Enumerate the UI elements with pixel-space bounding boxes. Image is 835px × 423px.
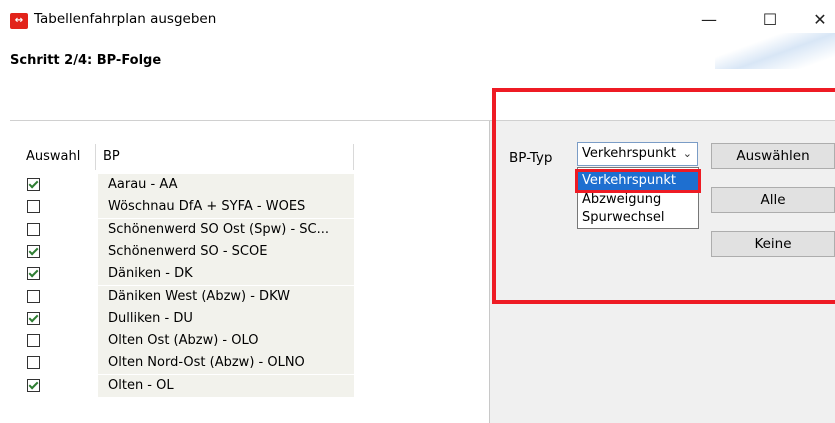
table-row[interactable]: Däniken West (Abzw) - DKW — [20, 285, 354, 308]
highlight-annotation — [492, 88, 835, 304]
auswahl-checkbox[interactable] — [27, 178, 40, 191]
bp-name: Schönenwerd SO Ost (Spw) - SC... — [108, 221, 330, 237]
step-title: Schritt 2/4: BP-Folge — [10, 53, 162, 68]
table-header: Auswahl BP — [20, 144, 490, 170]
bp-name: Dulliken - DU — [108, 310, 193, 326]
auswahl-checkbox[interactable] — [27, 244, 40, 258]
auswahl-checkbox[interactable] — [27, 267, 40, 281]
minimize-button[interactable]: — — [686, 2, 732, 38]
bp-name: Aarau - AA — [108, 177, 178, 192]
titlebar-accent — [715, 33, 835, 69]
maximize-button[interactable]: ☐ — [747, 2, 793, 38]
window-title: Tabellenfahrplan ausgeben — [34, 11, 217, 27]
table-row[interactable]: Dulliken - DU — [20, 307, 354, 330]
auswahl-checkbox[interactable] — [27, 334, 40, 348]
table-row[interactable]: Schönenwerd SO - SCOE — [20, 240, 354, 263]
auswahl-checkbox[interactable] — [27, 289, 40, 303]
bp-name: Olten Ost (Abzw) - OLO — [108, 333, 259, 349]
close-button[interactable]: ✕ — [797, 2, 835, 38]
table-row[interactable]: Aarau - AA — [20, 174, 354, 196]
table-row[interactable]: Schönenwerd SO Ost (Spw) - SC... — [20, 218, 354, 241]
table-row[interactable]: Wöschnau DfA + SYFA - WOES — [20, 196, 354, 219]
bp-name: Däniken - DK — [108, 266, 193, 282]
column-header-auswahl[interactable]: Auswahl — [20, 144, 96, 170]
bp-name: Olten - OL — [108, 377, 174, 393]
auswahl-checkbox[interactable] — [27, 356, 40, 370]
bp-name: Olten Nord-Ost (Abzw) - OLNO — [108, 355, 305, 371]
table-row[interactable]: Olten Nord-Ost (Abzw) - OLNO — [20, 352, 354, 375]
auswahl-checkbox[interactable] — [27, 311, 40, 325]
auswahl-checkbox[interactable] — [27, 200, 40, 214]
bp-name: Schönenwerd SO - SCOE — [108, 243, 268, 259]
column-header-bp[interactable]: BP — [97, 144, 354, 170]
bp-name: Wöschnau DfA + SYFA - WOES — [108, 199, 306, 215]
app-icon: ↔ — [10, 13, 28, 29]
table-row[interactable]: Olten - OL — [20, 374, 354, 397]
auswahl-checkbox[interactable] — [27, 378, 40, 392]
table-row[interactable]: Olten Ost (Abzw) - OLO — [20, 330, 354, 353]
auswahl-checkbox[interactable] — [27, 222, 40, 236]
bp-name: Däniken West (Abzw) - DKW — [108, 288, 290, 304]
table-row[interactable]: Däniken - DK — [20, 263, 354, 286]
